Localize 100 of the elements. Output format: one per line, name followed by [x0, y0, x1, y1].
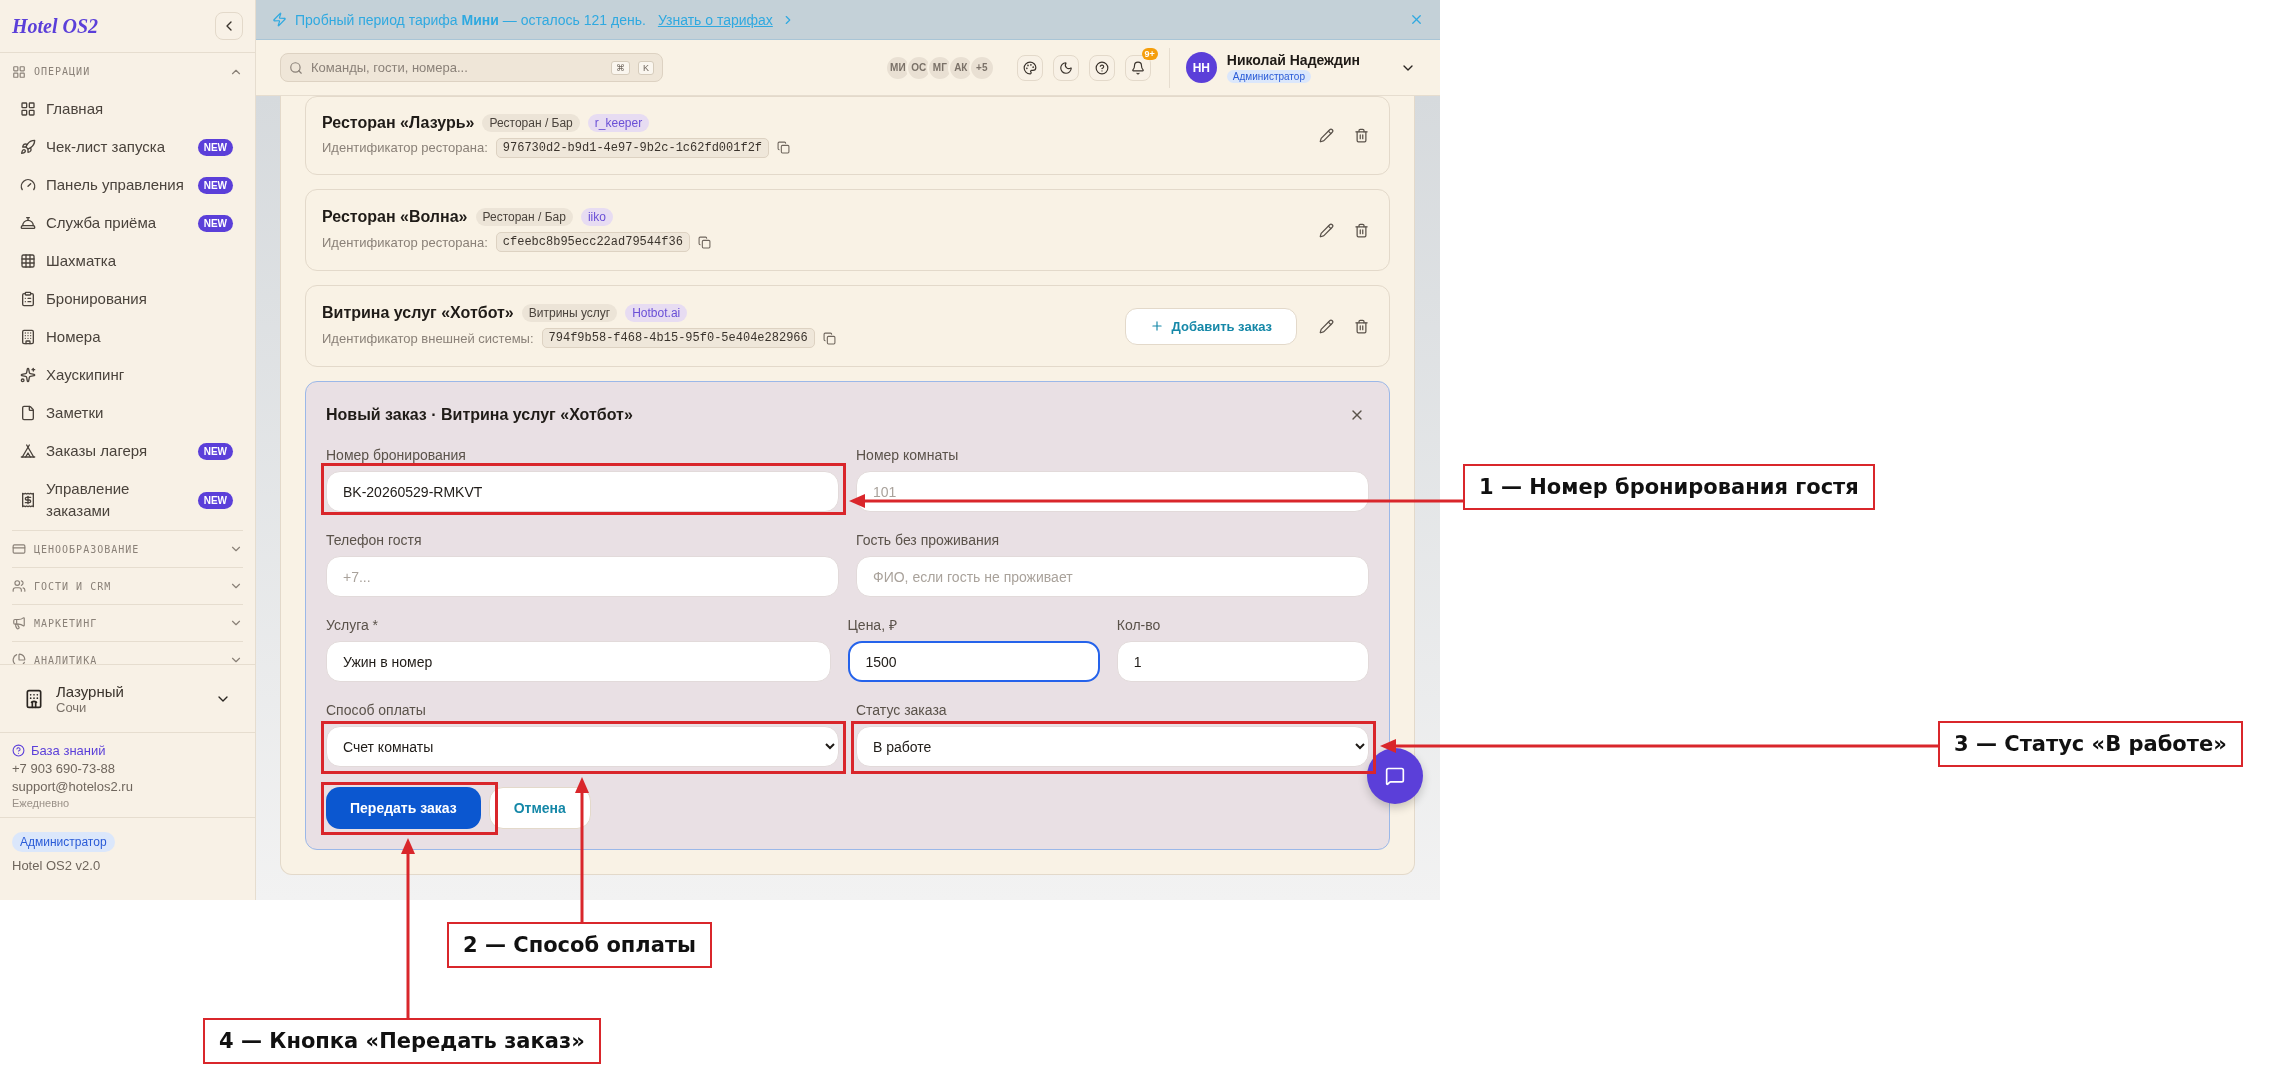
- input-field[interactable]: BK-20260529-RMKVT: [326, 471, 839, 512]
- nav-item[interactable]: Чек-лист запуска NEW: [12, 128, 243, 166]
- system-tag: iiko: [580, 208, 613, 226]
- field-label: Кол-во: [1116, 617, 1162, 634]
- nav-icon: [20, 101, 36, 117]
- nav-item[interactable]: Хаускипинг: [12, 356, 243, 394]
- nav-icon: [20, 405, 36, 421]
- input-field[interactable]: Ужин в номер: [326, 641, 831, 682]
- user-avatar[interactable]: НН: [1185, 52, 1217, 83]
- id-code: 794f9b58-f468-4b15-95f0-5e404e282966: [541, 328, 815, 348]
- input-field[interactable]: +7...: [326, 556, 839, 597]
- callout-label: 3 — Статус «В работе»: [1938, 721, 2243, 767]
- section-header[interactable]: ОПЕРАЦИИ: [12, 53, 243, 90]
- nav-icon: [20, 291, 36, 307]
- section-header[interactable]: ГОСТИ И CRM: [12, 567, 243, 604]
- input-field[interactable]: 1: [1116, 641, 1369, 682]
- section-header[interactable]: ЦЕНООБРАЗОВАНИЕ: [12, 530, 243, 567]
- nav-item[interactable]: Управление заказами NEW: [12, 470, 243, 530]
- input-field[interactable]: ФИО, если гость не проживает: [856, 556, 1369, 597]
- nav-item[interactable]: Заказы лагеря NEW: [12, 432, 243, 470]
- property-switcher[interactable]: Лазурный Сочи: [0, 665, 255, 733]
- notification-count: 9+: [1141, 47, 1158, 60]
- section-header[interactable]: МАРКЕТИНГ: [12, 604, 243, 641]
- section-icon: [12, 616, 26, 630]
- nav-icon: [20, 492, 36, 508]
- search-icon: [289, 60, 303, 75]
- team-avatar[interactable]: +5: [968, 54, 995, 81]
- property-city: Сочи: [56, 699, 87, 715]
- integration-name: Витрина услуг «Хотбот»: [322, 304, 514, 322]
- building-icon: [24, 688, 44, 709]
- nav-icon: [20, 253, 36, 269]
- help-button[interactable]: [1088, 54, 1115, 81]
- shortcut-key: ⌘: [611, 60, 630, 75]
- knowledge-base-link[interactable]: База знаний: [12, 743, 243, 758]
- plus-icon: [1149, 319, 1164, 333]
- input-field[interactable]: 101: [856, 471, 1369, 512]
- nav-item[interactable]: Бронирования: [12, 280, 243, 318]
- nav-icon: [20, 139, 36, 155]
- nav-item[interactable]: Служба приёма NEW: [12, 204, 243, 242]
- trash-icon: [1354, 222, 1369, 238]
- form-title: Новый заказ · Витрина услуг «Хотбот»: [326, 406, 633, 424]
- nav-icon: [20, 367, 36, 383]
- help-icon: [12, 744, 25, 757]
- system-tag: Hotbot.ai: [625, 304, 688, 322]
- section-header[interactable]: АНАЛИТИКА: [12, 641, 243, 664]
- category-tag: Ресторан / Бар: [482, 113, 580, 132]
- section-icon: [12, 64, 26, 79]
- copy-icon[interactable]: [822, 331, 836, 345]
- palette-icon: [1022, 60, 1037, 75]
- pencil-icon: [1319, 128, 1334, 143]
- submit-button[interactable]: Передать заказ: [326, 787, 481, 829]
- callout-label: 2 — Способ оплаты: [447, 922, 713, 968]
- chat-icon: [1385, 766, 1405, 786]
- cancel-button[interactable]: Отмена: [488, 787, 591, 829]
- id-label: Идентификатор ресторана:: [322, 140, 488, 155]
- new-badge: NEW: [197, 491, 233, 509]
- support-phone: +7 903 690-73-88: [12, 761, 116, 776]
- shortcut-key: K: [638, 60, 654, 75]
- section-icon: [12, 579, 26, 593]
- section-icon: [12, 653, 26, 664]
- id-code: 976730d2-b9d1-4e97-9b2c-1c62fd001f2f: [495, 137, 770, 158]
- integration-name: Ресторан «Волна»: [322, 208, 468, 226]
- pencil-icon: [1319, 222, 1334, 238]
- callout-label: 4 — Кнопка «Передать заказ»: [203, 1018, 601, 1064]
- theme-button[interactable]: [1016, 54, 1043, 81]
- copy-icon[interactable]: [697, 235, 711, 249]
- collapse-button[interactable]: [215, 12, 243, 40]
- id-label: Идентификатор ресторана:: [322, 234, 488, 250]
- new-badge: NEW: [197, 214, 233, 232]
- category-tag: Витрины услуг: [521, 304, 618, 322]
- input-field[interactable]: 1500: [847, 641, 1100, 682]
- field-label: Номер комнаты: [856, 447, 960, 464]
- moon-icon: [1058, 60, 1073, 75]
- user-role-badge: Администратор: [1226, 70, 1311, 83]
- trash-icon: [1354, 128, 1369, 143]
- field-label: Номер бронирования: [326, 447, 467, 464]
- nav-icon: [20, 177, 36, 193]
- logo: Hotel OS2: [12, 14, 99, 38]
- new-badge: NEW: [197, 138, 233, 156]
- banner-text: Пробный период тарифа Мини — осталось 121 день.: [295, 11, 646, 28]
- field-label: Гость без проживания: [856, 532, 1001, 549]
- field-label: Статус заказа: [856, 702, 948, 719]
- section-icon: [12, 542, 26, 556]
- select-field[interactable]: Счет комнаты: [326, 726, 839, 767]
- property-name: Лазурный: [56, 682, 125, 700]
- select-field[interactable]: В работе: [856, 726, 1369, 767]
- search-placeholder: Команды, гости, номера...: [311, 60, 469, 75]
- add-order-button[interactable]: Добавить заказ: [1124, 307, 1297, 345]
- user-name: Николай Надеждин: [1226, 52, 1360, 68]
- nav-item[interactable]: Шахматка: [12, 242, 243, 280]
- nav-item[interactable]: Панель управления NEW: [12, 166, 243, 204]
- lightning-icon: [272, 12, 287, 27]
- id-label: Идентификатор внешней системы:: [322, 330, 534, 346]
- copy-icon[interactable]: [777, 141, 791, 154]
- callout-label: 1 — Номер бронирования гостя: [1463, 464, 1875, 510]
- nav-item[interactable]: Заметки: [12, 394, 243, 432]
- dark-mode-button[interactable]: [1052, 54, 1079, 81]
- nav-item[interactable]: Главная: [12, 90, 243, 128]
- search-field[interactable]: Команды, гости, номера... ⌘ K: [280, 53, 663, 82]
- nav-item[interactable]: Номера: [12, 318, 243, 356]
